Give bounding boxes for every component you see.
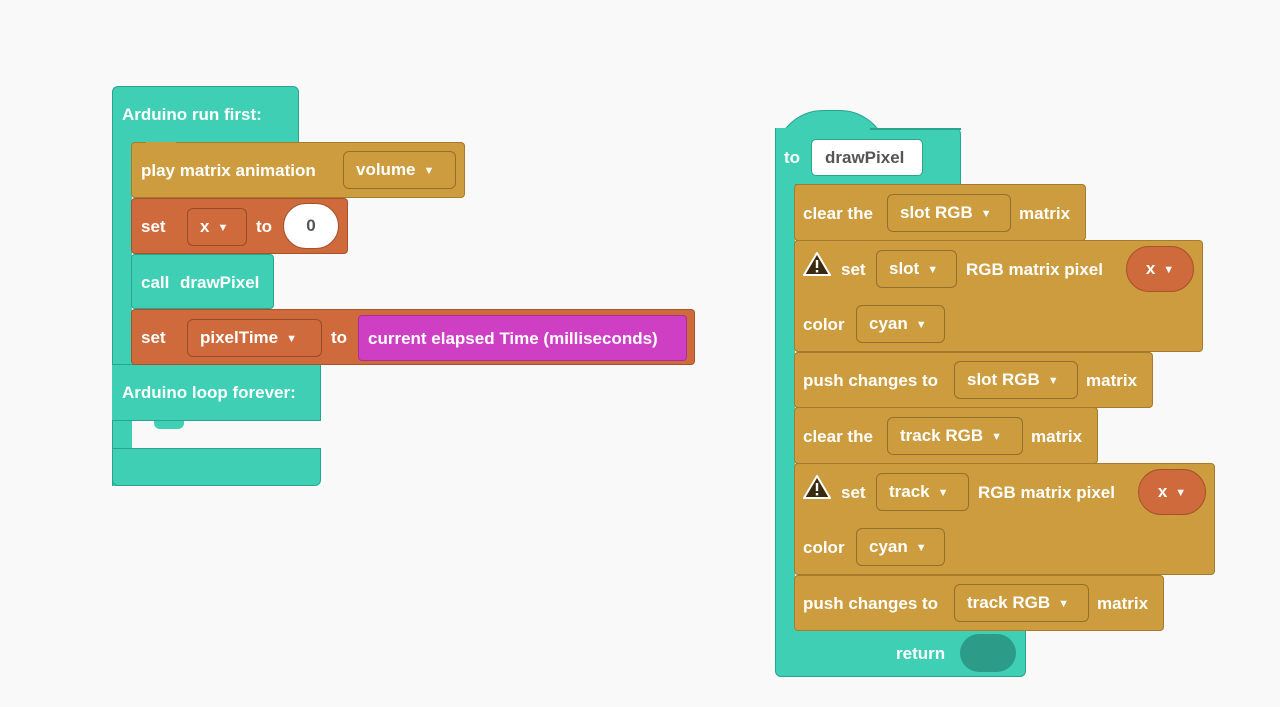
set-label: set [841,260,866,279]
color-dropdown[interactable]: cyan ▼ [856,528,945,566]
elapsed-time-reporter[interactable]: current elapsed Time (milliseconds) [358,315,687,361]
chevron-down-icon: ▼ [991,431,1003,443]
chevron-down-icon: ▼ [1047,375,1059,387]
chevron-down-icon: ▼ [1175,487,1187,499]
color-dropdown[interactable]: cyan ▼ [856,305,945,343]
matrix-dropdown-track[interactable]: track ▼ [876,473,969,511]
play-matrix-animation-label: play matrix animation [141,161,316,180]
matrix-label: matrix [1031,427,1083,446]
warning-icon[interactable] [803,251,831,277]
chevron-down-icon: ▼ [915,542,927,554]
set-track-pixel-block[interactable]: set track ▼ RGB matrix pixel x ▼ color cya… [794,463,1215,575]
run-first-label: Arduino run first: [122,105,262,124]
matrix-label: matrix [1086,371,1138,390]
clear-track-matrix-block[interactable]: clear the track RGB ▼ matrix [794,407,1098,464]
matrix-dropdown-slot[interactable]: slot ▼ [876,250,957,288]
color-label: color [803,538,845,557]
to-label: to [331,328,348,347]
set-slot-pixel-block[interactable]: set slot ▼ RGB matrix pixel x ▼ color cyan… [794,240,1203,352]
clear-the-label: clear the [803,204,873,223]
chevron-down-icon: ▼ [1058,598,1070,610]
call-label: call [141,273,170,292]
chevron-down-icon: ▼ [937,487,949,499]
matrix-dropdown-slot-rgb[interactable]: slot RGB ▼ [887,194,1011,232]
elapsed-time-label: current elapsed Time (milliseconds) [368,329,658,348]
chevron-down-icon: ▼ [217,222,229,234]
push-changes-label: push changes to [803,594,939,613]
play-matrix-animation-block[interactable]: play matrix animation volume ▼ [131,142,465,198]
empty-slot-notch [154,421,184,429]
variable-reporter-x[interactable]: x ▼ [1138,469,1206,515]
matrix-label: matrix [1097,594,1149,613]
chevron-down-icon: ▼ [423,165,435,177]
set-pixeltime-block[interactable]: set pixelTime ▼ to current elapsed Time (… [131,309,695,365]
push-slot-matrix-block[interactable]: push changes to slot RGB ▼ matrix [794,352,1153,408]
call-function-name: drawPixel [180,273,260,292]
rgb-matrix-pixel-label: RGB matrix pixel [978,483,1115,502]
clear-slot-matrix-block[interactable]: clear the slot RGB ▼ matrix [794,184,1086,241]
matrix-dropdown-slot-rgb[interactable]: slot RGB ▼ [954,361,1078,399]
variable-reporter-x[interactable]: x ▼ [1126,246,1194,292]
matrix-dropdown-track-rgb[interactable]: track RGB ▼ [954,584,1089,622]
variable-dropdown-x[interactable]: x ▼ [187,208,247,246]
to-label: to [256,217,273,236]
set-label: set [141,217,166,236]
function-header-top [870,128,961,130]
set-label: set [141,328,166,347]
chevron-down-icon: ▼ [915,319,927,331]
rgb-matrix-pixel-label: RGB matrix pixel [966,260,1103,279]
warning-icon[interactable] [803,474,831,500]
c-block-spine [112,140,132,486]
c-block-footer [112,448,321,486]
function-spine [775,180,795,640]
set-x-block[interactable]: set x ▼ to 0 [131,198,348,254]
loop-forever-label: Arduino loop forever: [122,383,296,402]
chevron-down-icon: ▼ [980,208,992,220]
number-input[interactable]: 0 [283,203,339,249]
chevron-down-icon: ▼ [927,264,939,276]
push-changes-label: push changes to [803,371,939,390]
chevron-down-icon: ▼ [1163,264,1175,276]
set-label: set [841,483,866,502]
return-label: return [896,644,946,663]
call-drawpixel-block[interactable]: call drawPixel [131,254,274,309]
animation-dropdown[interactable]: volume ▼ [343,151,456,189]
variable-dropdown-pixeltime[interactable]: pixelTime ▼ [187,319,322,357]
return-value-slot[interactable] [960,634,1016,672]
clear-the-label: clear the [803,427,873,446]
color-label: color [803,315,845,334]
function-name-field[interactable]: drawPixel [811,139,923,176]
matrix-label: matrix [1019,204,1071,223]
to-label: to [784,148,801,167]
chevron-down-icon: ▼ [286,333,298,345]
push-track-matrix-block[interactable]: push changes to track RGB ▼ matrix [794,575,1164,631]
matrix-dropdown-track-rgb[interactable]: track RGB ▼ [887,417,1023,455]
